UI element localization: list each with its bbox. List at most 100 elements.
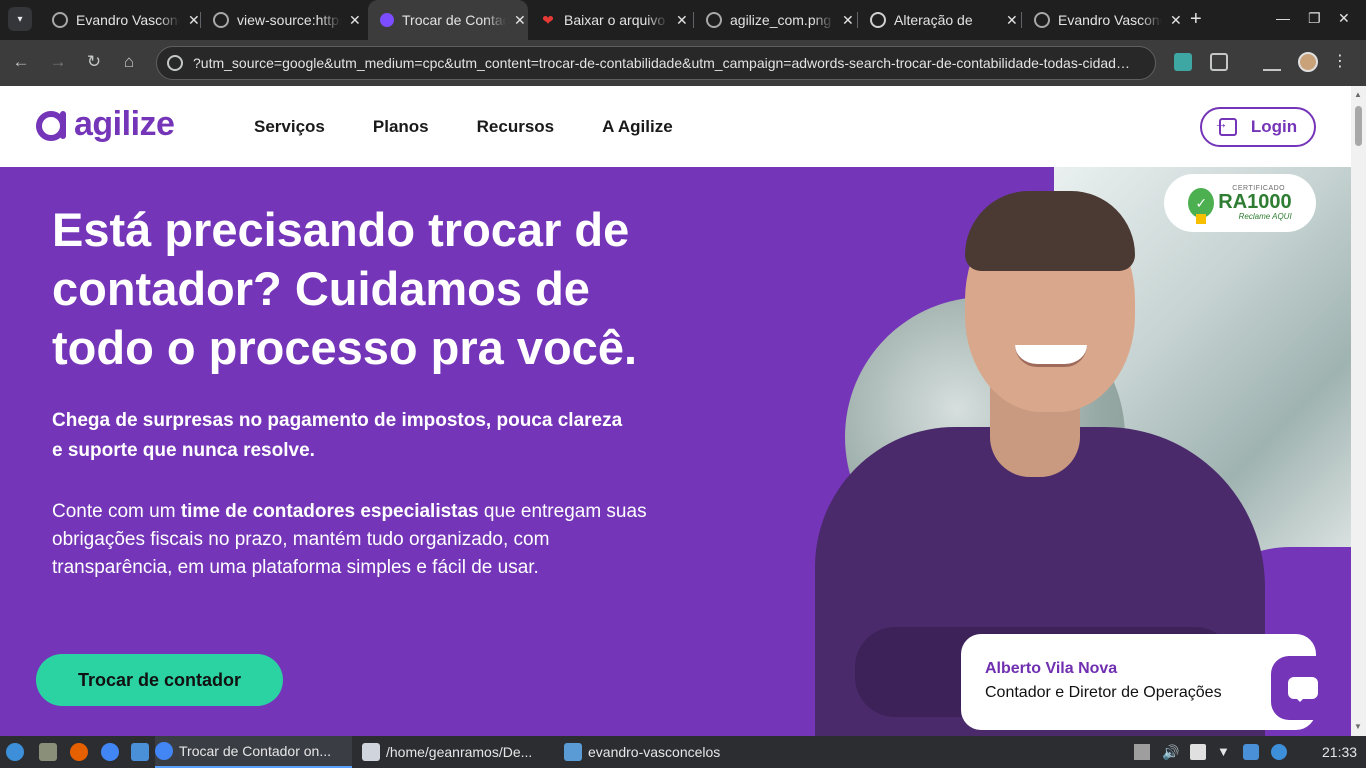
page-scrollbar[interactable]: ▲ ▼	[1351, 86, 1366, 736]
forward-icon[interactable]: →	[47, 52, 69, 72]
close-icon[interactable]: ✕	[1006, 12, 1018, 29]
tab-4-label: Baixar o arquivo	[564, 12, 666, 28]
close-icon[interactable]: ✕	[188, 12, 200, 29]
desktop-icon[interactable]	[131, 743, 149, 761]
files-icon[interactable]	[39, 743, 57, 761]
close-icon[interactable]: ✕	[842, 12, 854, 29]
tab-7[interactable]: Evandro Vasconcelos ✕	[1022, 0, 1186, 40]
chatgpt-icon	[870, 12, 886, 28]
download-icon[interactable]	[1263, 53, 1281, 71]
home-icon[interactable]: ⌂	[118, 52, 140, 72]
close-icon[interactable]: ✕	[676, 12, 688, 29]
profile-avatar[interactable]	[1298, 52, 1318, 72]
tab-3-label: Trocar de Contador	[402, 12, 506, 28]
maximize-icon[interactable]: ❐	[1308, 10, 1321, 27]
globe-icon	[52, 12, 68, 28]
hero-description: Conte com um time de contadores especial…	[52, 501, 647, 578]
taskbar-item-label: evandro-vasconcelos	[588, 744, 721, 760]
login-button[interactable]: Login	[1200, 107, 1316, 147]
login-icon	[1214, 115, 1237, 136]
agilize-logo[interactable]: agilize	[36, 105, 175, 144]
scroll-down-icon[interactable]: ▼	[1354, 722, 1362, 731]
badge-reclame: Reclame AQUI	[1238, 212, 1292, 221]
tab-5-label: agilize_com.png	[730, 12, 832, 28]
heart-icon: ❤	[542, 11, 554, 28]
check-seal-icon: ✓	[1188, 188, 1215, 224]
os-taskbar: Trocar de Contador on... /home/geanramos…	[0, 736, 1366, 768]
editor-icon	[362, 743, 380, 761]
chrome-icon	[155, 742, 173, 760]
nav-recursos[interactable]: Recursos	[477, 117, 554, 137]
hero-section: ✓ CERTIFICADO RA1000 Reclame AQUI Está p…	[0, 167, 1351, 736]
agilize-icon	[380, 13, 394, 27]
logo-text: agilize	[74, 105, 175, 143]
nav-a-agilize[interactable]: A Agilize	[602, 117, 673, 137]
globe-icon	[1034, 12, 1050, 28]
update-icon[interactable]	[1271, 744, 1287, 760]
nav-servicos[interactable]: Serviços	[254, 117, 325, 137]
tab-2-label: view-source:https://	[237, 12, 341, 28]
switch-accountant-button[interactable]: Trocar de contador	[36, 654, 283, 706]
tab-2[interactable]: view-source:https:// ✕	[201, 0, 365, 40]
taskbar-item-chrome[interactable]: Trocar de Contador on...	[155, 736, 352, 768]
main-nav: Serviços Planos Recursos A Agilize	[254, 117, 721, 137]
folder-icon	[564, 743, 582, 761]
address-bar[interactable]: ?utm_source=google&utm_medium=cpc&utm_co…	[156, 46, 1156, 80]
volume-icon[interactable]: 🔊	[1162, 744, 1179, 760]
extension-icon[interactable]	[1174, 53, 1192, 71]
nav-planos[interactable]: Planos	[373, 117, 429, 137]
person-name: Alberto Vila Nova	[985, 660, 1118, 677]
close-icon[interactable]: ✕	[349, 12, 361, 29]
tray-icon[interactable]	[1134, 744, 1150, 760]
hero-subtitle: Chega de surpresas no pagamento de impos…	[52, 410, 623, 461]
tab-6[interactable]: Alteração de ✕	[858, 0, 1022, 40]
scroll-up-icon[interactable]: ▲	[1354, 90, 1362, 99]
taskbar-item-folder[interactable]: evandro-vasconcelos	[564, 736, 744, 768]
agilize-logo-icon	[36, 110, 66, 141]
minimize-icon[interactable]: —	[1276, 10, 1290, 26]
tab-search-button[interactable]: ▾	[8, 7, 32, 31]
taskbar-item-editor[interactable]: /home/geanramos/De...	[362, 736, 554, 768]
badge-ra: RA1000	[1218, 191, 1292, 213]
firefox-icon[interactable]	[70, 743, 88, 761]
clock: 21:33	[1322, 744, 1358, 760]
tab-1-label: Evandro Vasconcelos	[76, 12, 180, 28]
start-menu-icon[interactable]	[6, 743, 24, 761]
google-icon	[167, 55, 183, 71]
new-tab-button[interactable]: +	[1190, 8, 1202, 31]
tab-1[interactable]: Evandro Vasconcelos ✕	[40, 0, 200, 40]
site-header: agilize Serviços Planos Recursos A Agili…	[0, 86, 1351, 167]
close-icon[interactable]: ✕	[1170, 12, 1182, 29]
taskbar-item-label: Trocar de Contador on...	[179, 743, 332, 759]
login-label: Login	[1250, 117, 1298, 136]
chat-bubble-icon	[1288, 677, 1318, 702]
tab-6-label: Alteração de	[894, 12, 973, 28]
hero-headline: Está precisando trocar de contador? Cuid…	[52, 203, 638, 374]
chrome-launcher-icon[interactable]	[101, 743, 119, 761]
url-text[interactable]: ?utm_source=google&utm_medium=cpc&utm_co…	[193, 55, 1133, 71]
globe-icon	[706, 12, 722, 28]
tab-7-label: Evandro Vasconcelos	[1058, 12, 1162, 28]
menu-icon[interactable]: ⋮	[1332, 51, 1348, 71]
puzzle-icon[interactable]	[1210, 53, 1228, 71]
page-viewport: agilize Serviços Planos Recursos A Agili…	[0, 86, 1351, 736]
person-card: Alberto Vila Nova Contador e Diretor de …	[961, 634, 1316, 730]
tab-4[interactable]: ❤ Baixar o arquivo ✕	[528, 0, 692, 40]
person-role: Contador e Diretor de Operações	[985, 684, 1222, 701]
tab-strip: ▾ Evandro Vasconcelos ✕ view-source:http…	[0, 0, 1366, 40]
reload-icon[interactable]: ↻	[83, 52, 105, 72]
ra1000-badge: ✓ CERTIFICADO RA1000 Reclame AQUI	[1164, 174, 1316, 232]
tab-3-active[interactable]: Trocar de Contador ✕	[368, 0, 528, 40]
tab-5[interactable]: agilize_com.png ✕	[694, 0, 858, 40]
browser-toolbar: ← → ↻ ⌂ ?utm_source=google&utm_medium=cp…	[0, 40, 1366, 86]
notification-icon[interactable]	[1243, 744, 1259, 760]
clipboard-icon[interactable]	[1190, 744, 1206, 760]
wifi-icon[interactable]: ▼	[1217, 744, 1233, 760]
chat-button[interactable]	[1271, 656, 1335, 720]
globe-icon	[213, 12, 229, 28]
taskbar-item-label: /home/geanramos/De...	[386, 744, 533, 760]
scrollbar-thumb[interactable]	[1355, 106, 1362, 146]
back-icon[interactable]: ←	[10, 52, 32, 72]
window-close-icon[interactable]: ✕	[1338, 10, 1350, 27]
close-icon[interactable]: ✕	[514, 12, 526, 29]
